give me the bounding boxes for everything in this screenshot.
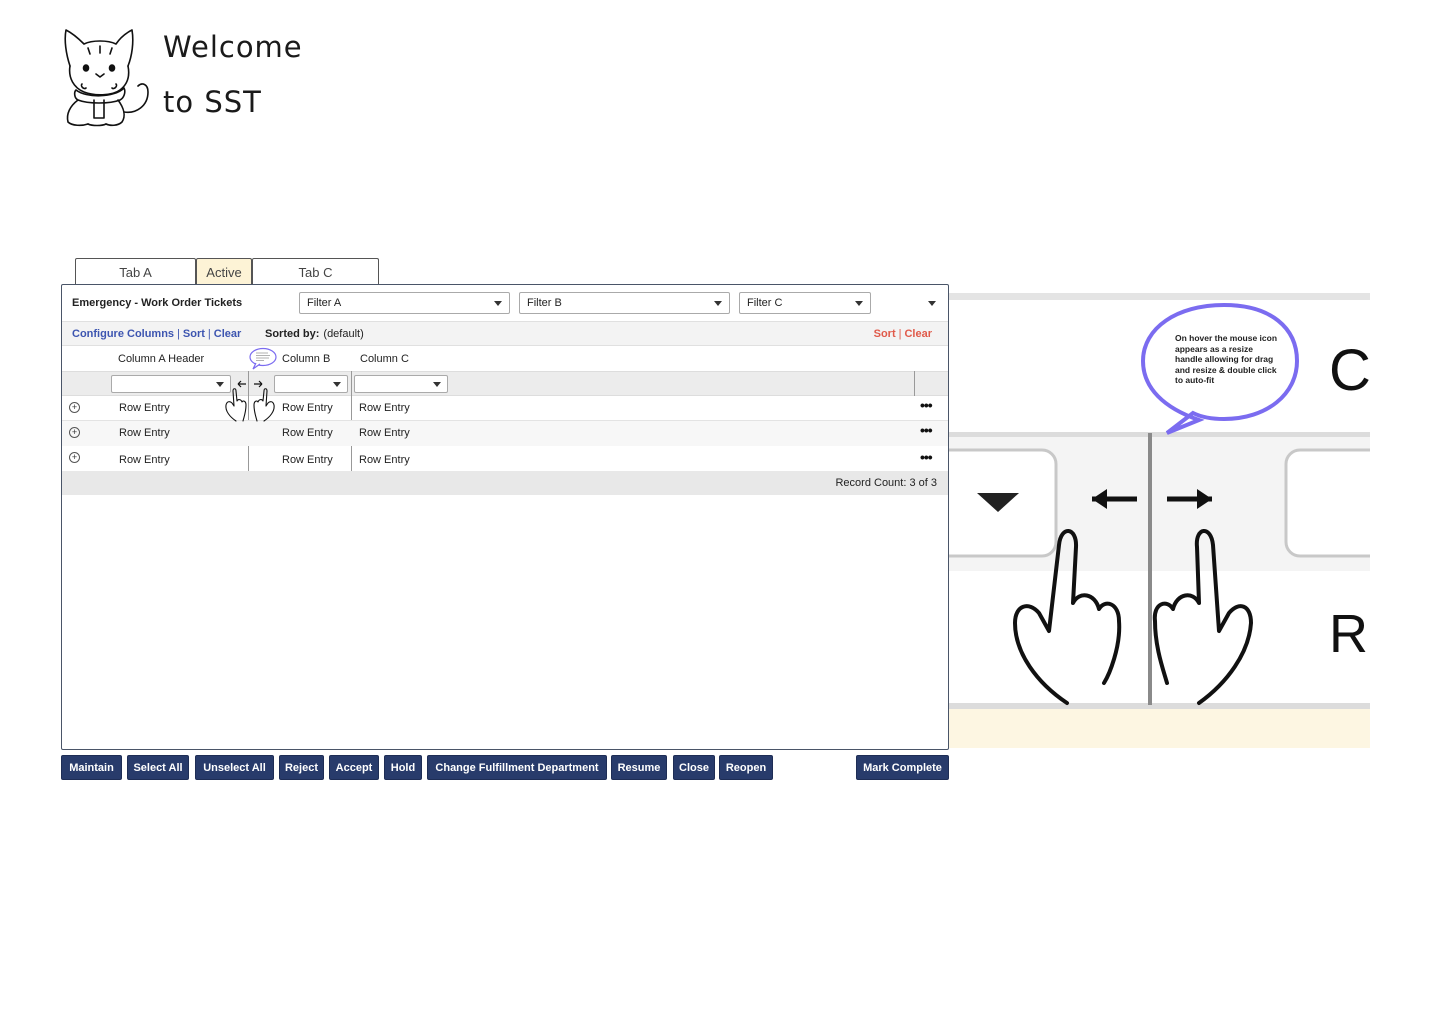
resume-button[interactable]: Resume — [611, 755, 667, 780]
welcome-subtitle: to SST — [163, 85, 262, 119]
clear-right-link[interactable]: Clear — [904, 328, 932, 340]
clear-link[interactable]: Clear — [214, 328, 242, 340]
unselect-all-button[interactable]: Unselect All — [195, 755, 274, 780]
more-dots-icon[interactable]: ••• — [920, 422, 933, 438]
column-filter-row — [62, 371, 948, 396]
dropdown-caret-icon — [494, 301, 502, 306]
table-cell: Row Entry — [359, 427, 410, 439]
grid-footer: Record Count: 3 of 3 — [62, 471, 948, 495]
accept-button[interactable]: Accept — [329, 755, 379, 780]
configure-columns-link[interactable]: Configure Columns — [72, 328, 174, 340]
sort-right-link[interactable]: Sort — [874, 328, 896, 340]
sort-link[interactable]: Sort — [183, 328, 205, 340]
expand-plus-icon[interactable]: + — [69, 402, 80, 413]
column-a-filter[interactable] — [111, 375, 231, 393]
table-cell: Row Entry — [119, 427, 170, 439]
panel-title: Emergency - Work Order Tickets — [72, 297, 243, 309]
grid-toolbar: Configure Columns | Sort | Clear Sorted by:(… — [62, 321, 948, 346]
reject-button[interactable]: Reject — [279, 755, 324, 780]
separator: | — [898, 328, 902, 340]
sort-clear-actions: Sort | Clear — [874, 328, 932, 340]
column-c-header[interactable]: Column C — [360, 353, 409, 365]
zoom-illustration — [949, 293, 1370, 748]
sorted-by-label: Sorted by: — [265, 328, 320, 340]
table-row[interactable]: + Row Entry Row Entry Row Entry ••• — [62, 396, 948, 421]
hand-pointer-icon — [225, 388, 275, 422]
tab-a[interactable]: Tab A — [75, 258, 196, 285]
callout-text: On hover the mouse icon appears as a res… — [1175, 333, 1278, 385]
mark-complete-button[interactable]: Mark Complete — [856, 755, 949, 780]
expand-plus-icon[interactable]: + — [69, 452, 80, 463]
table-cell: Row Entry — [282, 454, 333, 466]
record-count: Record Count: 3 of 3 — [835, 477, 937, 489]
work-order-panel: Emergency - Work Order Tickets Filter A … — [61, 284, 949, 750]
cat-illustration — [64, 29, 149, 127]
dropdown-caret-icon — [333, 382, 341, 387]
zoom-row-label: R — [1329, 604, 1368, 664]
table-row[interactable]: + Row Entry Row Entry Row Entry ••• — [62, 446, 948, 471]
panel-header: Emergency - Work Order Tickets Filter A … — [62, 285, 948, 321]
welcome-header: Welcome to SST — [58, 26, 318, 131]
table-cell: Row Entry — [119, 454, 170, 466]
sorted-by-value: (default) — [323, 328, 364, 340]
reopen-button[interactable]: Reopen — [719, 755, 773, 780]
separator: | — [207, 328, 211, 340]
resize-zoom-callout: On hover the mouse icon appears as a res… — [949, 283, 1370, 748]
sorted-by: Sorted by: (default) — [265, 328, 364, 340]
filter-b-label: Filter B — [527, 297, 562, 309]
filter-a-label: Filter A — [307, 297, 342, 309]
filter-a-select[interactable]: Filter A — [299, 292, 510, 314]
table-cell: Row Entry — [359, 454, 410, 466]
separator: | — [177, 328, 180, 340]
zoom-column-label: C — [1329, 338, 1370, 403]
more-dots-icon[interactable]: ••• — [920, 397, 933, 413]
table-cell: Row Entry — [282, 402, 333, 414]
column-a-header[interactable]: Column A Header — [118, 353, 204, 365]
hold-button[interactable]: Hold — [384, 755, 422, 780]
table-cell: Row Entry — [282, 427, 333, 439]
filter-b-select[interactable]: Filter B — [519, 292, 730, 314]
column-c-filter[interactable] — [354, 375, 448, 393]
more-filters-caret-icon[interactable] — [928, 301, 936, 306]
filter-c-select[interactable]: Filter C — [739, 292, 871, 314]
tab-c[interactable]: Tab C — [252, 258, 379, 285]
more-dots-icon[interactable]: ••• — [920, 449, 933, 465]
dropdown-caret-icon — [433, 382, 441, 387]
dropdown-caret-icon — [855, 301, 863, 306]
column-b-filter[interactable] — [274, 375, 348, 393]
column-b-header[interactable]: Column B — [282, 353, 330, 365]
table-cell: Row Entry — [119, 402, 170, 414]
dropdown-caret-icon — [714, 301, 722, 306]
grid-links: Configure Columns | Sort | Clear — [72, 328, 241, 340]
column-headers: Column A Header Column B Column C — [62, 346, 948, 371]
welcome-title: Welcome — [163, 30, 303, 64]
speech-bubble-icon — [249, 347, 277, 370]
change-fulfillment-department-button[interactable]: Change Fulfillment Department — [427, 755, 607, 780]
maintain-button[interactable]: Maintain — [61, 755, 122, 780]
tab-active[interactable]: Active — [196, 258, 252, 285]
table-row[interactable]: + Row Entry Row Entry Row Entry ••• — [62, 421, 948, 446]
filter-c-label: Filter C — [747, 297, 783, 309]
expand-plus-icon[interactable]: + — [69, 427, 80, 438]
close-button[interactable]: Close — [673, 755, 715, 780]
select-all-button[interactable]: Select All — [127, 755, 189, 780]
column-divider — [914, 371, 915, 396]
table-cell: Row Entry — [359, 402, 410, 414]
